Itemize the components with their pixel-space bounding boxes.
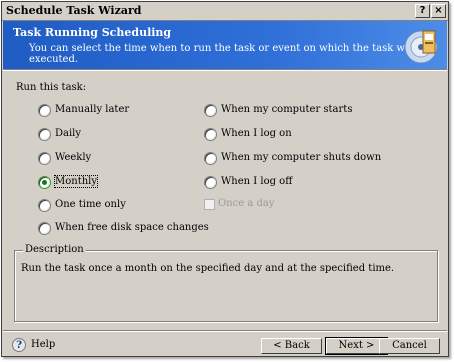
wizard-header: Task Running Scheduling You can select t… [3, 21, 447, 69]
option-label: Monthly [53, 175, 99, 188]
option-label: When my computer starts [221, 104, 353, 115]
radio-button[interactable] [38, 104, 51, 117]
once-a-day-checkbox [204, 199, 215, 210]
option-label: Manually later [55, 104, 130, 115]
back-button-label: < Back [273, 340, 310, 351]
window-title: Schedule Task Wizard [6, 4, 142, 17]
radio-button[interactable] [204, 152, 217, 165]
radio-button[interactable] [38, 199, 51, 212]
radio-button[interactable] [38, 222, 51, 235]
radio-button-selected[interactable] [38, 176, 51, 189]
cancel-button-label: Cancel [392, 340, 427, 351]
description-text: Run the task once a month on the specifi… [21, 263, 395, 274]
option-label: When I log on [221, 128, 292, 139]
header-subtitle: You can select the time when to run the … [29, 43, 431, 65]
title-bar[interactable]: Schedule Task Wizard ? × [2, 2, 448, 21]
run-task-label: Run this task: [16, 82, 87, 93]
option-label: When my computer shuts down [221, 152, 382, 163]
option-label: When free disk space changes [55, 222, 209, 233]
header-title: Task Running Scheduling [13, 26, 172, 39]
option-label: Weekly [55, 152, 92, 163]
radio-button[interactable] [38, 152, 51, 165]
header-divider [3, 69, 447, 71]
once-a-day-label: Once a day [218, 198, 275, 209]
cancel-button[interactable]: Cancel [379, 338, 440, 354]
footer-divider [3, 330, 447, 332]
help-label: Help [31, 339, 56, 350]
close-button[interactable]: × [431, 4, 446, 18]
option-label: When I log off [221, 176, 293, 187]
description-title: Description [23, 244, 86, 255]
help-icon: ? [12, 338, 26, 352]
back-button[interactable]: < Back [261, 338, 322, 354]
help-title-button[interactable]: ? [415, 4, 430, 18]
radio-button[interactable] [204, 176, 217, 189]
wizard-window: Schedule Task Wizard ? × Task Running Sc… [1, 1, 449, 357]
description-groupbox: Description Run the task once a month on… [14, 244, 438, 322]
option-label: One time only [55, 199, 126, 210]
next-button-label: Next > [338, 340, 375, 351]
radio-button[interactable] [204, 128, 217, 141]
radio-button[interactable] [38, 128, 51, 141]
next-button[interactable]: Next > [325, 337, 388, 355]
option-label: Daily [55, 128, 82, 139]
schedule-disk-icon [404, 30, 438, 64]
radio-button[interactable] [204, 104, 217, 117]
